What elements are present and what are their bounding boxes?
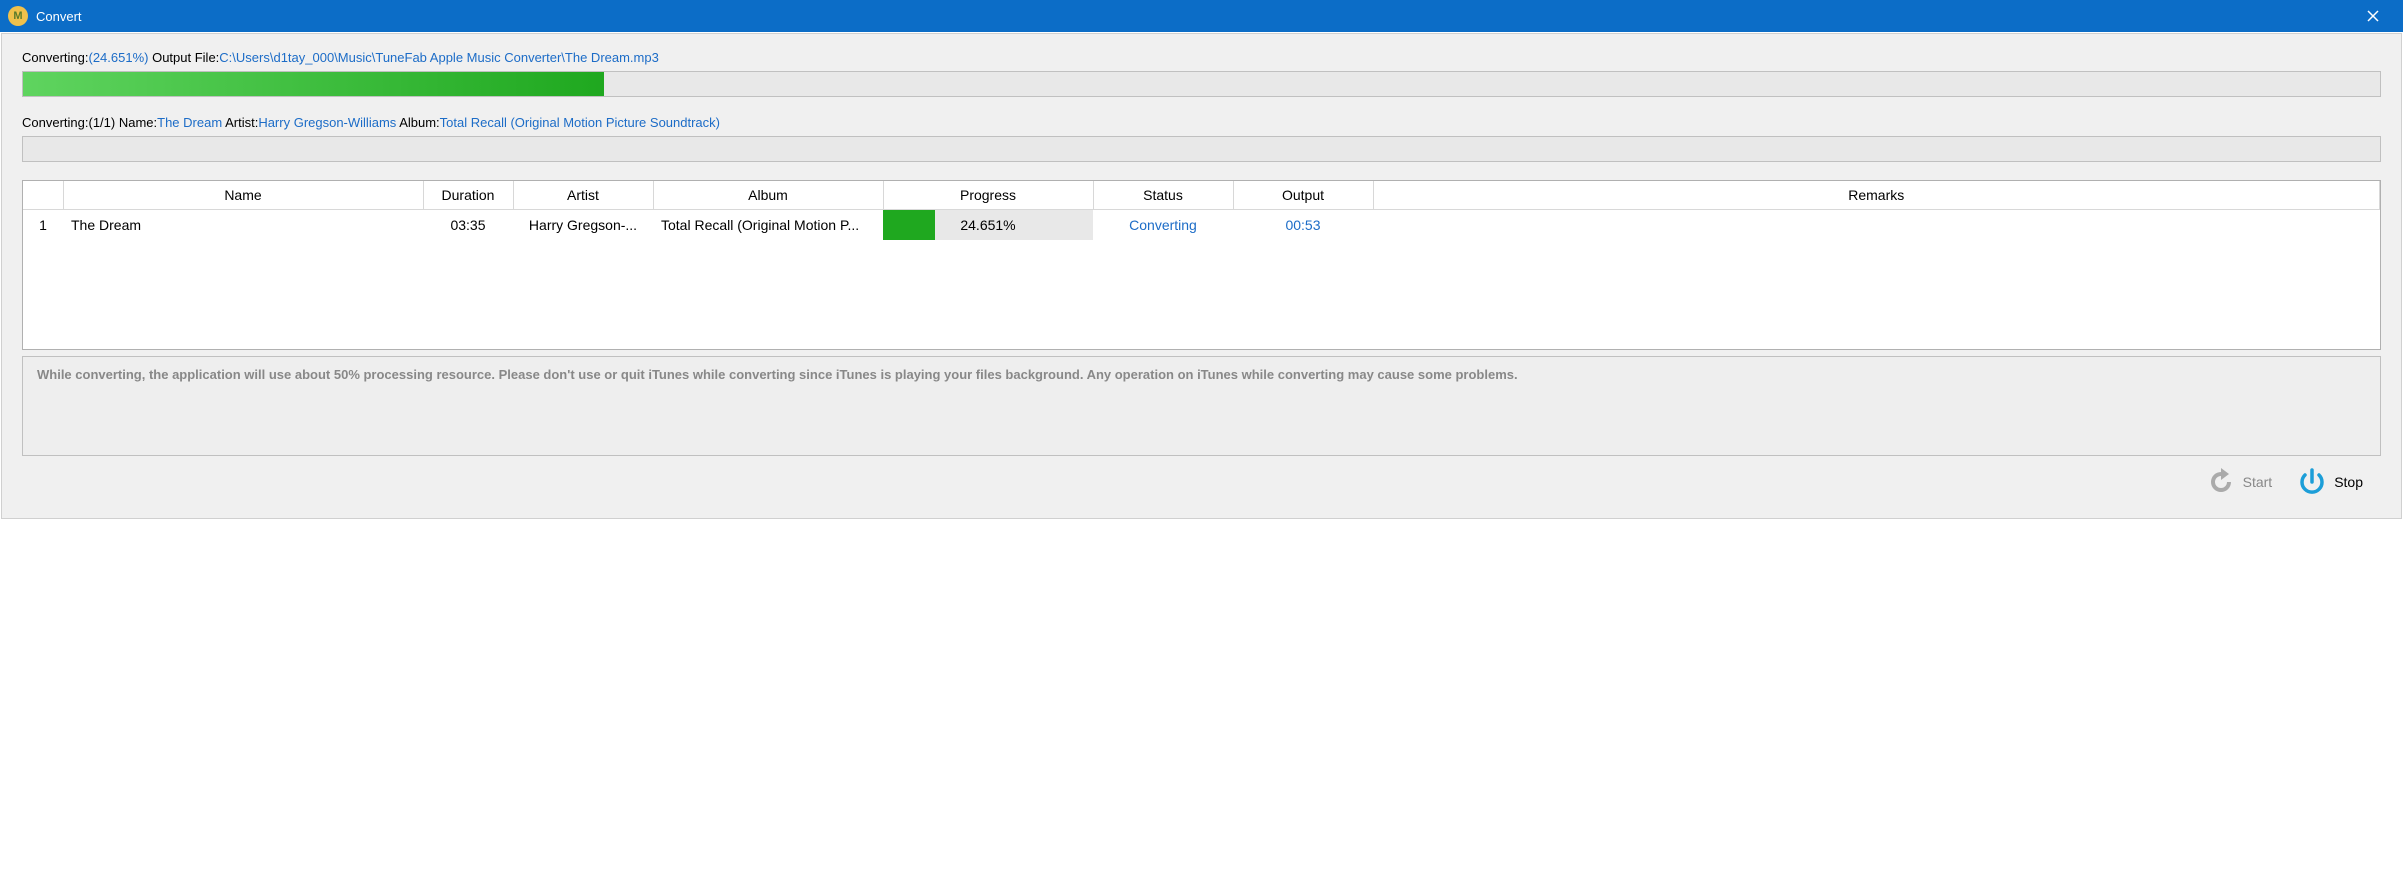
track-name-label: Name: [119,115,157,130]
col-header-progress[interactable]: Progress [883,181,1093,210]
output-file-path: C:\Users\d1tay_000\Music\TuneFab Apple M… [219,50,659,65]
stop-button[interactable]: Stop [2296,466,2363,498]
col-header-artist[interactable]: Artist [513,181,653,210]
stop-label: Stop [2334,474,2363,490]
overall-progress-bar [22,71,2381,97]
output-file-line: Converting:(24.651%) Output File:C:\User… [22,50,2381,65]
col-header-album[interactable]: Album [653,181,883,210]
cell-remarks [1373,210,2380,240]
conversion-table: Name Duration Artist Album Progress Stat… [22,180,2381,350]
cell-status: Converting [1093,210,1233,240]
footer: Start Stop [22,456,2381,502]
track-progress-bar [22,136,2381,162]
start-label: Start [2243,474,2273,490]
track-index: (1/1) [88,115,115,130]
col-header-idx[interactable] [23,181,63,210]
cell-progress-text: 24.651% [883,210,1093,240]
overall-progress-fill [23,72,604,96]
track-name: The Dream [157,115,222,130]
track-artist: Harry Gregson-Williams [258,115,396,130]
close-icon [2367,10,2379,22]
output-file-label: Output File: [152,50,219,65]
warning-note: While converting, the application will u… [22,356,2381,456]
col-header-output[interactable]: Output [1233,181,1373,210]
content-area: Converting:(24.651%) Output File:C:\User… [1,33,2402,519]
track-info-line: Converting:(1/1) Name:The Dream Artist:H… [22,115,2381,130]
cell-name: The Dream [63,210,423,240]
track-artist-label: Artist: [225,115,258,130]
cell-duration: 03:35 [423,210,513,240]
cell-idx: 1 [23,210,63,240]
start-button: Start [2205,466,2273,498]
col-header-name[interactable]: Name [63,181,423,210]
track-album: Total Recall (Original Motion Picture So… [440,115,720,130]
cell-artist: Harry Gregson-... [513,210,653,240]
converting-label: Converting: [22,50,88,65]
power-icon [2296,466,2328,498]
col-header-remarks[interactable]: Remarks [1373,181,2380,210]
table-header-row: Name Duration Artist Album Progress Stat… [23,181,2380,210]
reload-icon [2205,466,2237,498]
converting-percent: (24.651%) [88,50,148,65]
close-button[interactable] [2350,0,2395,32]
track-album-label: Album: [399,115,439,130]
cell-progress: 24.651% [883,210,1093,240]
col-header-duration[interactable]: Duration [423,181,513,210]
cell-output: 00:53 [1233,210,1373,240]
titlebar: M Convert [0,0,2403,32]
window-title: Convert [36,9,2350,24]
cell-album: Total Recall (Original Motion P... [653,210,883,240]
table-row[interactable]: 1 The Dream 03:35 Harry Gregson-... Tota… [23,210,2380,240]
col-header-status[interactable]: Status [1093,181,1233,210]
app-icon: M [8,6,28,26]
track-converting-label: Converting: [22,115,88,130]
